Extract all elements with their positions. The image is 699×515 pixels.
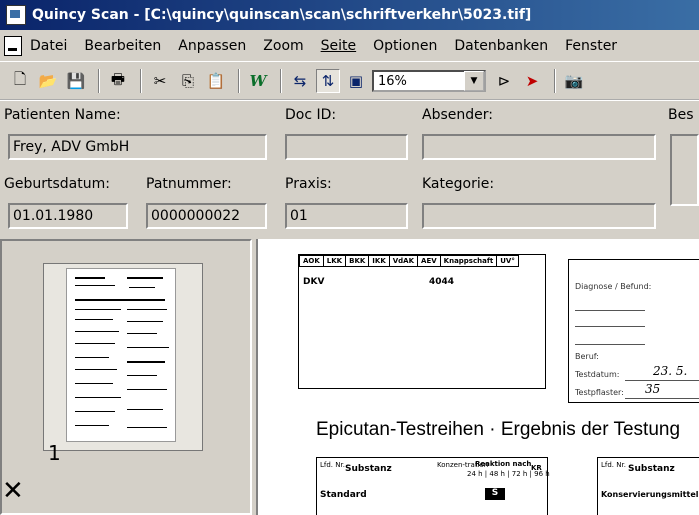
new-icon[interactable]: 🗋 bbox=[8, 69, 32, 93]
fit-page-icon[interactable]: ▣ bbox=[344, 69, 368, 93]
toolbar: 🗋 📂 💾 🖶 ✂ ⎘ 📋 W ⇆ ⇅ ▣ 16% ▼ ⊳ ➤ 📷 bbox=[0, 63, 699, 101]
test-table-2: Lfd. Nr. Substanz Konservierungsmittel bbox=[597, 457, 699, 515]
patient-name-label: Patienten Name: bbox=[4, 107, 121, 123]
table-header-nr: Lfd. Nr. bbox=[320, 461, 345, 469]
menu-zoom[interactable]: Zoom bbox=[263, 38, 303, 54]
open-folder-icon[interactable]: 📂 bbox=[36, 69, 60, 93]
document-view[interactable]: AOK LKK BKK IKK VdAK AEV Knappschaft UV°… bbox=[256, 239, 699, 515]
thumbnail-image bbox=[66, 268, 176, 442]
patient-form: Patienten Name: Frey, ADV GmbH Doc ID: A… bbox=[0, 103, 699, 236]
page-thumbnail[interactable] bbox=[43, 263, 203, 451]
paste-icon[interactable]: 📋 bbox=[204, 69, 228, 93]
section-standard: Standard bbox=[320, 490, 367, 500]
doc-id-field[interactable] bbox=[285, 134, 408, 160]
toolbar-separator bbox=[140, 69, 142, 93]
app-icon[interactable] bbox=[6, 5, 26, 25]
insurer-name: DKV bbox=[303, 277, 325, 287]
insurer-number: 4044 bbox=[429, 277, 455, 287]
thumbnail-panel[interactable]: 1 ✕ bbox=[0, 239, 252, 515]
toolbar-separator bbox=[98, 69, 100, 93]
insurer-table: AOK LKK BKK IKK VdAK AEV Knappschaft UV° bbox=[299, 255, 519, 267]
window-title: Quincy Scan - [C:\quincy\quinscan\scan\s… bbox=[32, 7, 532, 23]
table-header-reaktion: Reaktion nach bbox=[475, 460, 532, 468]
menu-datenbanken[interactable]: Datenbanken bbox=[454, 38, 548, 54]
menu-bar: Datei Bearbeiten Anpassen Zoom Seite Opt… bbox=[0, 30, 699, 62]
test-table: Lfd. Nr. Substanz Konzen-tration Reaktio… bbox=[316, 457, 550, 515]
kategorie-label: Kategorie: bbox=[422, 176, 495, 192]
table2-header-nr: Lfd. Nr. bbox=[601, 461, 626, 469]
menu-datei[interactable]: Datei bbox=[30, 38, 67, 54]
insurer-cell: AOK bbox=[299, 255, 324, 267]
geburtsdatum-field[interactable]: 01.01.1980 bbox=[8, 203, 128, 229]
doc-id-label: Doc ID: bbox=[285, 107, 337, 123]
camera-icon[interactable]: 📷 bbox=[562, 69, 586, 93]
menu-optionen[interactable]: Optionen bbox=[373, 38, 437, 54]
bes-label: Bes bbox=[668, 107, 694, 123]
x-mark-icon: ✕ bbox=[2, 476, 24, 506]
insurer-cell: BKK bbox=[345, 255, 370, 267]
geburtsdatum-label: Geburtsdatum: bbox=[4, 176, 110, 192]
insurer-cell: AEV bbox=[417, 255, 441, 267]
save-icon[interactable]: 💾 bbox=[64, 69, 88, 93]
praxis-field[interactable]: 01 bbox=[285, 203, 408, 229]
menu-seite[interactable]: Seite bbox=[321, 38, 357, 54]
next-page-icon[interactable]: ⊳ bbox=[492, 69, 516, 93]
document-icon[interactable] bbox=[4, 35, 22, 56]
print-icon[interactable]: 🖶 bbox=[106, 69, 130, 93]
testdatum-value: 23. 5. bbox=[653, 364, 688, 378]
chevron-down-icon[interactable]: ▼ bbox=[464, 71, 484, 91]
thumbnail-page-number: 1 bbox=[48, 441, 61, 465]
patient-name-field[interactable]: Frey, ADV GmbH bbox=[8, 134, 267, 160]
fit-height-icon[interactable]: ⇅ bbox=[316, 69, 340, 93]
praxis-label: Praxis: bbox=[285, 176, 332, 192]
testpflaster-value: 35 bbox=[645, 382, 661, 396]
title-bar: Quincy Scan - [C:\quincy\quinscan\scan\s… bbox=[0, 0, 699, 30]
beruf-label: Beruf: bbox=[575, 352, 599, 361]
table2-header-substanz: Substanz bbox=[628, 464, 675, 474]
toolbar-separator bbox=[238, 69, 240, 93]
kategorie-field[interactable] bbox=[422, 203, 656, 229]
bes-field[interactable] bbox=[670, 134, 699, 206]
insurer-cell: Knappschaft bbox=[439, 255, 498, 267]
absender-field[interactable] bbox=[422, 134, 656, 160]
table-header-kr: KR bbox=[531, 464, 542, 472]
section-s-badge: S bbox=[485, 488, 505, 500]
insurer-cell: UV° bbox=[496, 255, 519, 267]
testpflaster-label: Testpflaster: bbox=[575, 388, 624, 397]
patnummer-label: Patnummer: bbox=[146, 176, 232, 192]
zoom-select[interactable]: 16% ▼ bbox=[372, 70, 486, 92]
zoom-value: 16% bbox=[378, 73, 407, 89]
testdatum-label: Testdatum: bbox=[575, 370, 620, 379]
insurer-cell: IKK bbox=[368, 255, 390, 267]
copy-icon[interactable]: ⎘ bbox=[176, 69, 200, 93]
toolbar-separator bbox=[280, 69, 282, 93]
section-konserv: Konservierungsmittel bbox=[601, 490, 699, 499]
menu-anpassen[interactable]: Anpassen bbox=[178, 38, 246, 54]
document-heading: Epicutan-Testreihen · Ergebnis der Testu… bbox=[316, 419, 681, 440]
diagnosis-box: Diagnose / Befund: Beruf: Testdatum: 23.… bbox=[568, 259, 699, 403]
toolbar-separator bbox=[554, 69, 556, 93]
cut-icon[interactable]: ✂ bbox=[148, 69, 172, 93]
menu-bearbeiten[interactable]: Bearbeiten bbox=[84, 38, 161, 54]
menu-fenster[interactable]: Fenster bbox=[565, 38, 617, 54]
diagnose-label: Diagnose / Befund: bbox=[575, 282, 652, 291]
insurer-cell: LKK bbox=[322, 255, 347, 267]
insurance-box: AOK LKK BKK IKK VdAK AEV Knappschaft UV°… bbox=[298, 254, 546, 389]
absender-label: Absender: bbox=[422, 107, 493, 123]
next-doc-icon[interactable]: ➤ bbox=[520, 69, 544, 93]
w-icon[interactable]: W bbox=[246, 69, 270, 93]
insurer-cell: VdAK bbox=[388, 255, 419, 267]
patnummer-field[interactable]: 0000000022 bbox=[146, 203, 267, 229]
fit-width-icon[interactable]: ⇆ bbox=[288, 69, 312, 93]
table-header-substanz: Substanz bbox=[345, 464, 392, 474]
